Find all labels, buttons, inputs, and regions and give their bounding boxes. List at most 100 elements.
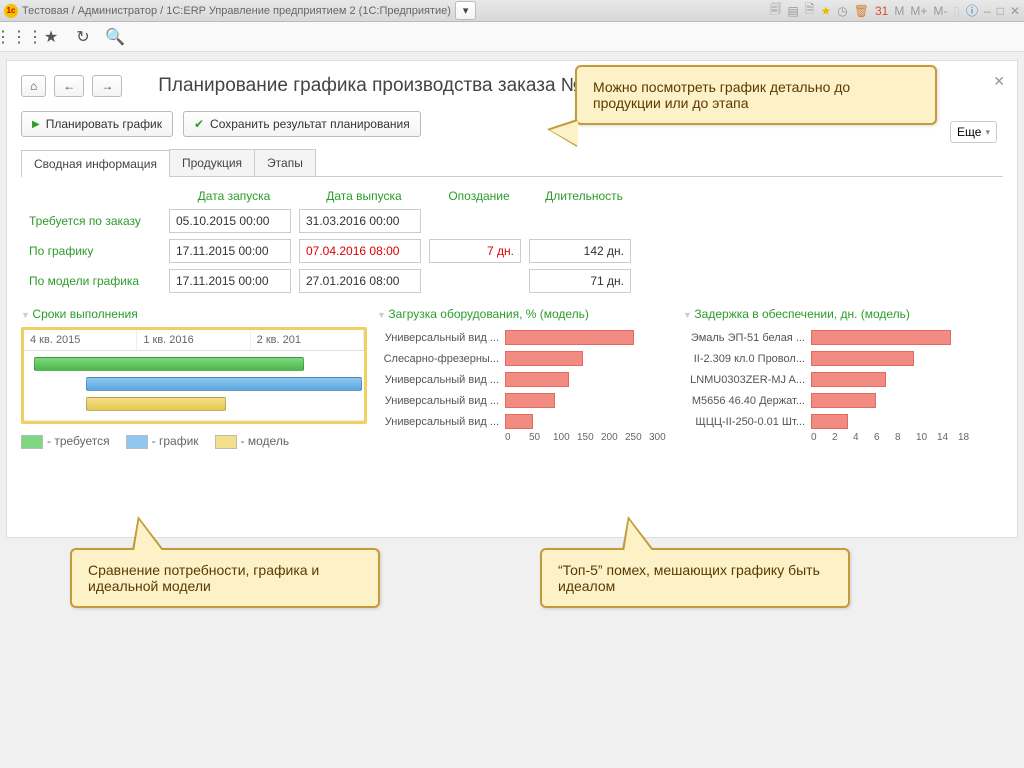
equipment-title: Загрузка оборудования, % (модель) bbox=[377, 307, 673, 321]
callout-top5: “Топ-5” помех, мешающих графику быть иде… bbox=[540, 548, 850, 608]
supply-chart: Эмаль ЭП-51 белая ... II-2.309 кл.0 Прово… bbox=[683, 327, 979, 443]
tb-sep: ▯ bbox=[953, 4, 960, 18]
sched-late[interactable]: 7 дн. bbox=[429, 239, 521, 263]
tb-icon-clock[interactable]: ◷ bbox=[837, 4, 847, 18]
bar-fill bbox=[505, 351, 583, 366]
forward-button[interactable]: → bbox=[92, 75, 122, 97]
tb-m[interactable]: M bbox=[894, 4, 904, 18]
supply-title: Задержка в обеспечении, дн. (модель) bbox=[683, 307, 979, 321]
tb-min[interactable]: – bbox=[984, 4, 991, 18]
app-icon: 1c bbox=[4, 4, 18, 18]
bar-row: ЩЦЦ-II-250-0.01 Шт... bbox=[683, 411, 979, 432]
gantt-bar-model bbox=[86, 397, 226, 411]
bar-label: Слесарно-фрезерны... bbox=[377, 353, 505, 365]
save-result-button[interactable]: ✔Сохранить результат планирования bbox=[183, 111, 421, 137]
tb-info[interactable]: ⓘ bbox=[966, 2, 978, 19]
section-equipment-load: Загрузка оборудования, % (модель) Универ… bbox=[377, 307, 673, 449]
search-icon[interactable]: 🔍 bbox=[106, 28, 124, 46]
model-dur[interactable]: 71 дн. bbox=[529, 269, 631, 293]
window-title: Тестовая / Администратор / 1C:ERP Управл… bbox=[22, 5, 451, 17]
equipment-chart: Универсальный вид ... Слесарно-фрезерны..… bbox=[377, 327, 673, 443]
history-icon[interactable]: ↻ bbox=[74, 28, 92, 46]
section-timeline: Сроки выполнения 4 кв. 2015 1 кв. 2016 2… bbox=[21, 307, 367, 449]
tab-products[interactable]: Продукция bbox=[169, 149, 255, 176]
gantt-bar-required bbox=[34, 357, 304, 371]
save-label: Сохранить результат планирования bbox=[210, 117, 410, 131]
tb-icon-clip[interactable]: 🗐 bbox=[770, 0, 782, 21]
bar-row: LNMU0303ZER-MJ A... bbox=[683, 369, 979, 390]
callout-top5-text: “Топ-5” помех, мешающих графику быть иде… bbox=[558, 562, 820, 594]
chart-axis: 050100150200250300 bbox=[377, 432, 673, 443]
row-order-label: Требуется по заказу bbox=[21, 214, 169, 228]
more-label: Еще bbox=[957, 125, 981, 139]
callout-tabs-text: Можно посмотреть график детально до прод… bbox=[593, 79, 850, 111]
chart-axis: 02468101418 bbox=[683, 432, 979, 443]
model-start[interactable]: 17.11.2015 00:00 bbox=[169, 269, 291, 293]
tb-max[interactable]: □ bbox=[997, 4, 1004, 18]
bar-fill bbox=[505, 372, 569, 387]
back-button[interactable]: ← bbox=[54, 75, 84, 97]
bar-label: Универсальный вид ... bbox=[377, 395, 505, 407]
plan-label: Планировать график bbox=[46, 117, 162, 131]
close-icon[interactable]: ✕ bbox=[993, 73, 1005, 90]
bar-label: Универсальный вид ... bbox=[377, 374, 505, 386]
row-schedule-label: По графику bbox=[21, 244, 169, 258]
star-icon[interactable]: ★ bbox=[42, 28, 60, 46]
bar-label: Универсальный вид ... bbox=[377, 416, 505, 428]
tb-icon-trash[interactable]: 🗑 bbox=[854, 4, 869, 18]
tb-mminus[interactable]: M- bbox=[933, 4, 947, 18]
date-grid-header: Дата запуска Дата выпуска Опоздание Длит… bbox=[21, 189, 1003, 203]
tb-icon-cal[interactable]: 31 bbox=[875, 4, 888, 18]
tb-mplus[interactable]: M+ bbox=[910, 4, 927, 18]
home-button[interactable]: ⌂ bbox=[21, 75, 46, 97]
col-end: Дата выпуска bbox=[299, 189, 429, 203]
bar-label: Универсальный вид ... bbox=[377, 332, 505, 344]
bar-fill bbox=[811, 393, 876, 408]
sched-end[interactable]: 07.04.2016 08:00 bbox=[299, 239, 421, 263]
callout-comparison-text: Сравнение потребности, графика и идеальн… bbox=[88, 562, 319, 594]
legend-schedule: - график bbox=[152, 434, 199, 448]
bar-row: Слесарно-фрезерны... bbox=[377, 348, 673, 369]
gantt-q3: 2 кв. 201 bbox=[251, 330, 364, 350]
tb-icon-star[interactable]: ★ bbox=[821, 4, 832, 18]
gantt-legend: - требуется - график - модель bbox=[21, 434, 367, 449]
tb-close[interactable]: ✕ bbox=[1010, 4, 1020, 18]
tb-icon-doc[interactable]: 🗎 bbox=[805, 0, 815, 21]
callout-tabs: Можно посмотреть график детально до прод… bbox=[575, 65, 937, 125]
bar-fill bbox=[811, 330, 951, 345]
col-dur: Длительность bbox=[529, 189, 639, 203]
plan-schedule-button[interactable]: ▶Планировать график bbox=[21, 111, 173, 137]
bar-row: Универсальный вид ... bbox=[377, 411, 673, 432]
sched-start[interactable]: 17.11.2015 00:00 bbox=[169, 239, 291, 263]
bar-row: Универсальный вид ... bbox=[377, 327, 673, 348]
more-button[interactable]: Еще▾ bbox=[950, 121, 997, 143]
row-order: Требуется по заказу 05.10.2015 00:00 31.… bbox=[21, 209, 1003, 233]
tab-summary[interactable]: Сводная информация bbox=[21, 150, 170, 177]
bar-row: Универсальный вид ... bbox=[377, 390, 673, 411]
row-model-label: По модели графика bbox=[21, 274, 169, 288]
col-start: Дата запуска bbox=[169, 189, 299, 203]
timeline-title: Сроки выполнения bbox=[21, 307, 367, 321]
bar-fill bbox=[505, 414, 533, 429]
tb-icon-calc[interactable]: ▤ bbox=[788, 4, 799, 18]
tab-bar: Сводная информация Продукция Этапы bbox=[21, 149, 1003, 177]
order-start[interactable]: 05.10.2015 00:00 bbox=[169, 209, 291, 233]
order-end[interactable]: 31.03.2016 00:00 bbox=[299, 209, 421, 233]
gantt-q2: 1 кв. 2016 bbox=[137, 330, 250, 350]
swatch-model bbox=[215, 435, 237, 449]
bar-row: Универсальный вид ... bbox=[377, 369, 673, 390]
col-late: Опоздание bbox=[429, 189, 529, 203]
sched-dur[interactable]: 142 дн. bbox=[529, 239, 631, 263]
apps-icon[interactable]: ⋮⋮⋮ bbox=[10, 28, 28, 46]
row-schedule: По графику 17.11.2015 00:00 07.04.2016 0… bbox=[21, 239, 1003, 263]
swatch-schedule bbox=[126, 435, 148, 449]
titlebar-dropdown[interactable]: ▾ bbox=[455, 1, 477, 20]
legend-model: - модель bbox=[241, 434, 290, 448]
tab-stages[interactable]: Этапы bbox=[254, 149, 316, 176]
bar-label: Эмаль ЭП-51 белая ... bbox=[683, 332, 811, 344]
bar-label: LNMU0303ZER-MJ A... bbox=[683, 374, 811, 386]
bar-fill bbox=[505, 330, 634, 345]
bar-row: II-2.309 кл.0 Провол... bbox=[683, 348, 979, 369]
model-end[interactable]: 27.01.2016 08:00 bbox=[299, 269, 421, 293]
legend-required: - требуется bbox=[47, 434, 110, 448]
